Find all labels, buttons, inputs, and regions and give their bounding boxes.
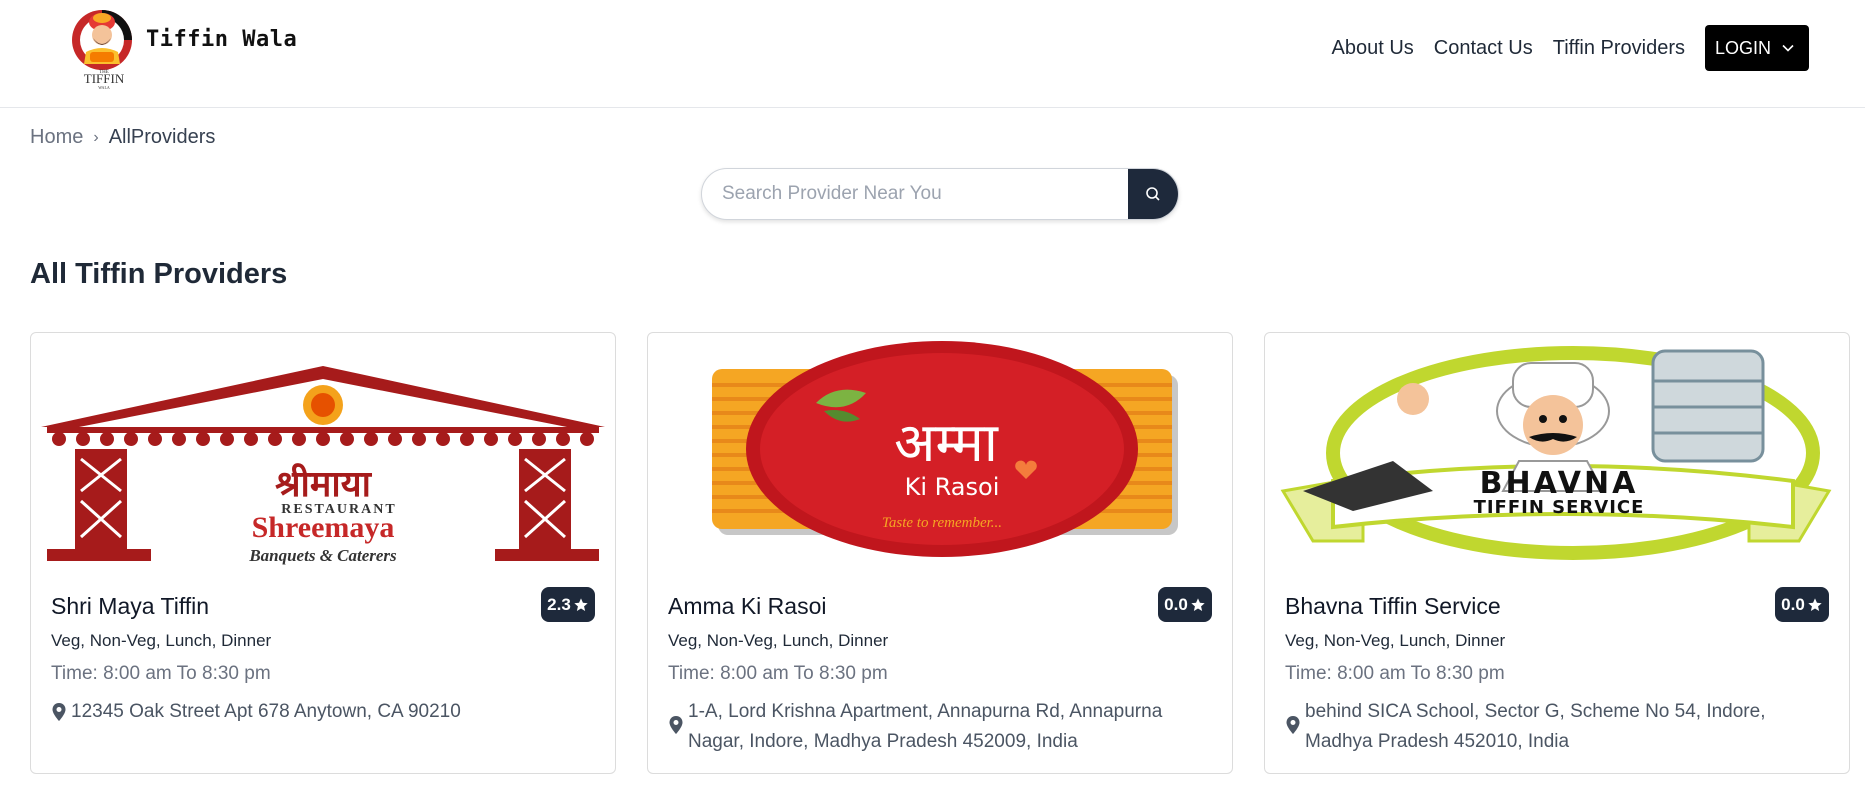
provider-categories: Veg, Non-Veg, Lunch, Dinner <box>668 631 889 650</box>
page-title: All Tiffin Providers <box>30 258 288 290</box>
nav-about-us[interactable]: About Us <box>1332 37 1414 60</box>
brand[interactable]: THE TIFFIN WALA Tiffin Wala <box>68 4 297 92</box>
image-name-text: Shreemaya <box>252 511 395 544</box>
provider-time: Time: 8:00 am To 8:30 pm <box>51 663 271 684</box>
provider-name[interactable]: Shri Maya Tiffin <box>51 593 209 620</box>
image-tagline-text: Banquets & Caterers <box>248 546 397 565</box>
breadcrumb-current: AllProviders <box>108 126 216 148</box>
search-button[interactable] <box>1128 169 1178 219</box>
nav-contact-us[interactable]: Contact Us <box>1434 37 1533 60</box>
provider-image: अम्मा Ki Rasoi Taste to remember... <box>656 341 1224 569</box>
image-line1-text: BHAVNA <box>1480 466 1639 501</box>
rating-badge: 0.0 <box>1158 587 1212 622</box>
location-pin-icon <box>1286 716 1300 734</box>
search-icon <box>1146 187 1160 201</box>
provider-categories: Veg, Non-Veg, Lunch, Dinner <box>51 631 272 650</box>
provider-image: BHAVNA TIFFIN SERVICE <box>1273 341 1841 569</box>
provider-card[interactable]: श्रीमाया RESTAURANT Shreemaya Banquets &… <box>30 332 616 774</box>
rating-value: 0.0 <box>1164 594 1188 614</box>
provider-categories: Veg, Non-Veg, Lunch, Dinner <box>1285 631 1506 650</box>
logo-wala-text: WALA <box>98 85 110 90</box>
star-icon <box>1191 597 1205 611</box>
provider-address: 1-A, Lord Krishna Apartment, Annapurna R… <box>668 697 1208 757</box>
nav-links: About Us Contact Us Tiffin Providers LOG… <box>1312 25 1809 71</box>
nav-tiffin-providers[interactable]: Tiffin Providers <box>1553 37 1685 60</box>
rating-value: 0.0 <box>1781 594 1805 614</box>
amma-ki-rasoi-logo-image: अम्मा Ki Rasoi Taste to remember... <box>656 341 1224 569</box>
provider-image: श्रीमाया RESTAURANT Shreemaya Banquets &… <box>39 341 607 569</box>
chevron-down-icon <box>1782 44 1794 52</box>
search-bar <box>701 168 1179 220</box>
rating-badge: 0.0 <box>1775 587 1829 622</box>
star-icon <box>1808 597 1822 611</box>
provider-card[interactable]: अम्मा Ki Rasoi Taste to remember... Amma… <box>647 332 1233 774</box>
login-label: LOGIN <box>1714 37 1771 58</box>
tiffin-wala-logo: THE TIFFIN WALA <box>72 10 132 90</box>
image-name-text: Ki Rasoi <box>905 473 1000 501</box>
provider-card[interactable]: BHAVNA TIFFIN SERVICE Bhavna Tiffin Serv… <box>1264 332 1850 774</box>
star-icon <box>574 597 588 611</box>
provider-name[interactable]: Bhavna Tiffin Service <box>1285 593 1501 620</box>
location-pin-icon <box>52 703 66 721</box>
provider-name[interactable]: Amma Ki Rasoi <box>668 593 826 620</box>
provider-time: Time: 8:00 am To 8:30 pm <box>1285 663 1505 684</box>
brand-name: Tiffin Wala <box>146 26 298 52</box>
logo-tiffin-text: TIFFIN <box>84 71 125 86</box>
breadcrumb: Home › AllProviders <box>30 126 215 149</box>
bhavna-logo-image: BHAVNA TIFFIN SERVICE <box>1273 341 1841 569</box>
provider-address-text: 12345 Oak Street Apt 678 Anytown, CA 902… <box>71 701 461 722</box>
image-devanagari-text: श्रीमाया <box>275 463 373 505</box>
search-input[interactable] <box>702 169 1128 219</box>
provider-address: behind SICA School, Sector G, Scheme No … <box>1285 697 1825 757</box>
provider-time: Time: 8:00 am To 8:30 pm <box>668 663 888 684</box>
breadcrumb-home[interactable]: Home <box>30 126 83 149</box>
image-tagline-text: Taste to remember... <box>882 515 1002 531</box>
breadcrumb-separator: › <box>93 128 99 146</box>
location-pin-icon <box>669 716 683 734</box>
provider-address-text: 1-A, Lord Krishna Apartment, Annapurna R… <box>688 701 1163 752</box>
login-dropdown-button[interactable]: LOGIN <box>1704 25 1809 71</box>
provider-address: 12345 Oak Street Apt 678 Anytown, CA 902… <box>51 697 591 727</box>
image-devanagari-text: अम्मा <box>894 411 999 474</box>
image-line2-text: TIFFIN SERVICE <box>1474 497 1645 518</box>
rating-value: 2.3 <box>547 594 571 614</box>
shreemaya-logo-image: श्रीमाया RESTAURANT Shreemaya Banquets &… <box>39 341 607 569</box>
top-navbar: THE TIFFIN WALA Tiffin Wala About Us Con… <box>0 0 1865 108</box>
provider-address-text: behind SICA School, Sector G, Scheme No … <box>1305 701 1766 752</box>
rating-badge: 2.3 <box>541 587 595 622</box>
